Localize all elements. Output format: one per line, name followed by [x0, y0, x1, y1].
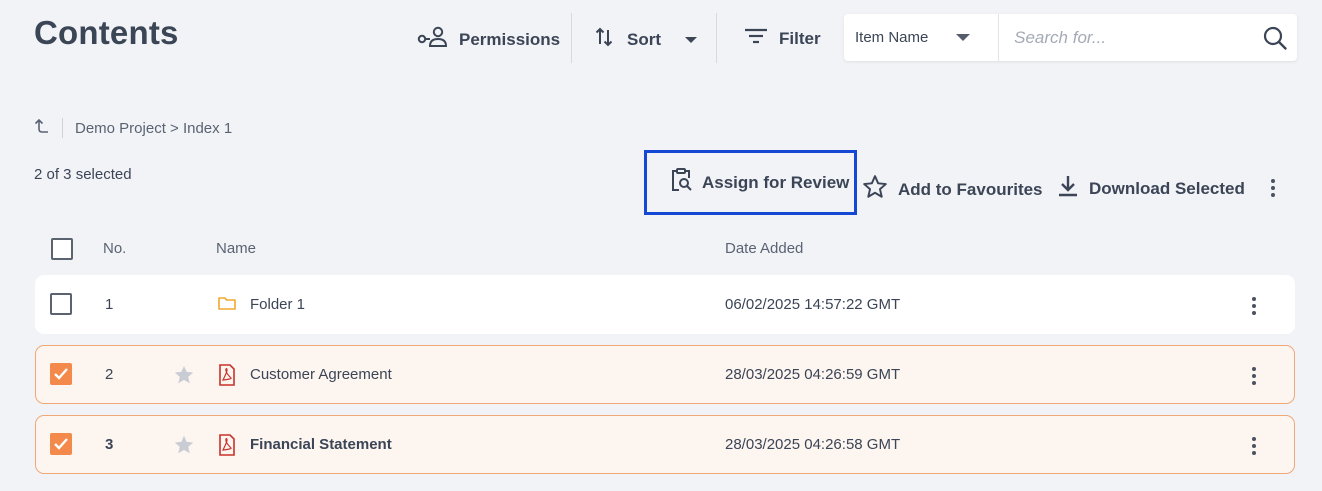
column-header-no[interactable]: No.: [103, 240, 126, 257]
clipboard-search-icon: [670, 168, 692, 197]
row-number: 3: [105, 436, 114, 453]
download-icon: [1057, 174, 1079, 203]
breadcrumb: Demo Project > Index 1: [34, 118, 232, 138]
star-icon[interactable]: [173, 364, 195, 390]
row-name[interactable]: Customer Agreement: [250, 366, 392, 383]
row-date: 28/03/2025 04:26:59 GMT: [725, 366, 901, 383]
row-date: 28/03/2025 04:26:58 GMT: [725, 436, 901, 453]
filter-button[interactable]: Filter: [743, 26, 821, 51]
search-field-value: Item Name: [855, 29, 929, 46]
sort-button[interactable]: Sort: [595, 26, 697, 53]
favourites-label: Add to Favourites: [898, 179, 1043, 199]
chevron-down-icon: [685, 36, 697, 43]
row-name[interactable]: Folder 1: [250, 296, 305, 313]
toolbar-divider: [716, 13, 717, 63]
row-number: 2: [105, 366, 114, 383]
table-row[interactable]: 2 Customer Agreement 28/03/2025 04:26:59…: [35, 345, 1295, 404]
row-date: 06/02/2025 14:57:22 GMT: [725, 296, 901, 313]
column-header-date[interactable]: Date Added: [725, 240, 803, 257]
column-header-name[interactable]: Name: [216, 240, 256, 257]
toolbar-divider: [571, 13, 572, 63]
assign-for-review-button[interactable]: Assign for Review: [644, 150, 857, 215]
sort-label: Sort: [627, 29, 661, 49]
add-to-favourites-button[interactable]: Add to Favourites: [862, 174, 1043, 205]
table-row[interactable]: 1 Folder 1 06/02/2025 14:57:22 GMT: [35, 275, 1295, 334]
row-menu-icon[interactable]: [1252, 367, 1256, 385]
search-field-select[interactable]: Item Name: [844, 14, 1000, 61]
download-selected-button[interactable]: Download Selected: [1057, 174, 1245, 203]
row-menu-icon[interactable]: [1252, 437, 1256, 455]
search-icon[interactable]: [1253, 14, 1297, 61]
permissions-icon: [417, 26, 449, 53]
row-checkbox[interactable]: [50, 363, 72, 385]
chevron-down-icon: [956, 34, 971, 41]
row-menu-icon[interactable]: [1252, 297, 1256, 315]
star-icon[interactable]: [173, 434, 195, 460]
breadcrumb-divider: [62, 118, 63, 138]
row-checkbox[interactable]: [50, 293, 72, 315]
star-icon: [862, 174, 888, 205]
pdf-icon: [218, 434, 236, 460]
search-input[interactable]: [999, 14, 1254, 61]
search-bar: Item Name: [844, 14, 1297, 61]
row-number: 1: [105, 296, 114, 313]
pdf-icon: [218, 364, 236, 390]
back-arrow-icon[interactable]: [34, 118, 50, 138]
folder-icon: [218, 295, 236, 315]
row-name[interactable]: Financial Statement: [250, 436, 392, 453]
assign-label: Assign for Review: [702, 172, 850, 192]
row-checkbox[interactable]: [50, 433, 72, 455]
more-actions-icon[interactable]: [1271, 179, 1275, 197]
permissions-button[interactable]: Permissions: [417, 26, 560, 53]
permissions-label: Permissions: [459, 29, 561, 49]
sort-icon: [595, 26, 613, 53]
table-row[interactable]: 3 Financial Statement 28/03/2025 04:26:5…: [35, 415, 1295, 474]
filter-icon: [743, 26, 769, 51]
page-title: Contents: [34, 14, 179, 51]
download-label: Download Selected: [1089, 178, 1245, 198]
selection-count: 2 of 3 selected: [34, 166, 132, 183]
filter-label: Filter: [779, 28, 821, 48]
breadcrumb-path[interactable]: Demo Project > Index 1: [75, 120, 232, 137]
select-all-checkbox[interactable]: [51, 238, 73, 260]
